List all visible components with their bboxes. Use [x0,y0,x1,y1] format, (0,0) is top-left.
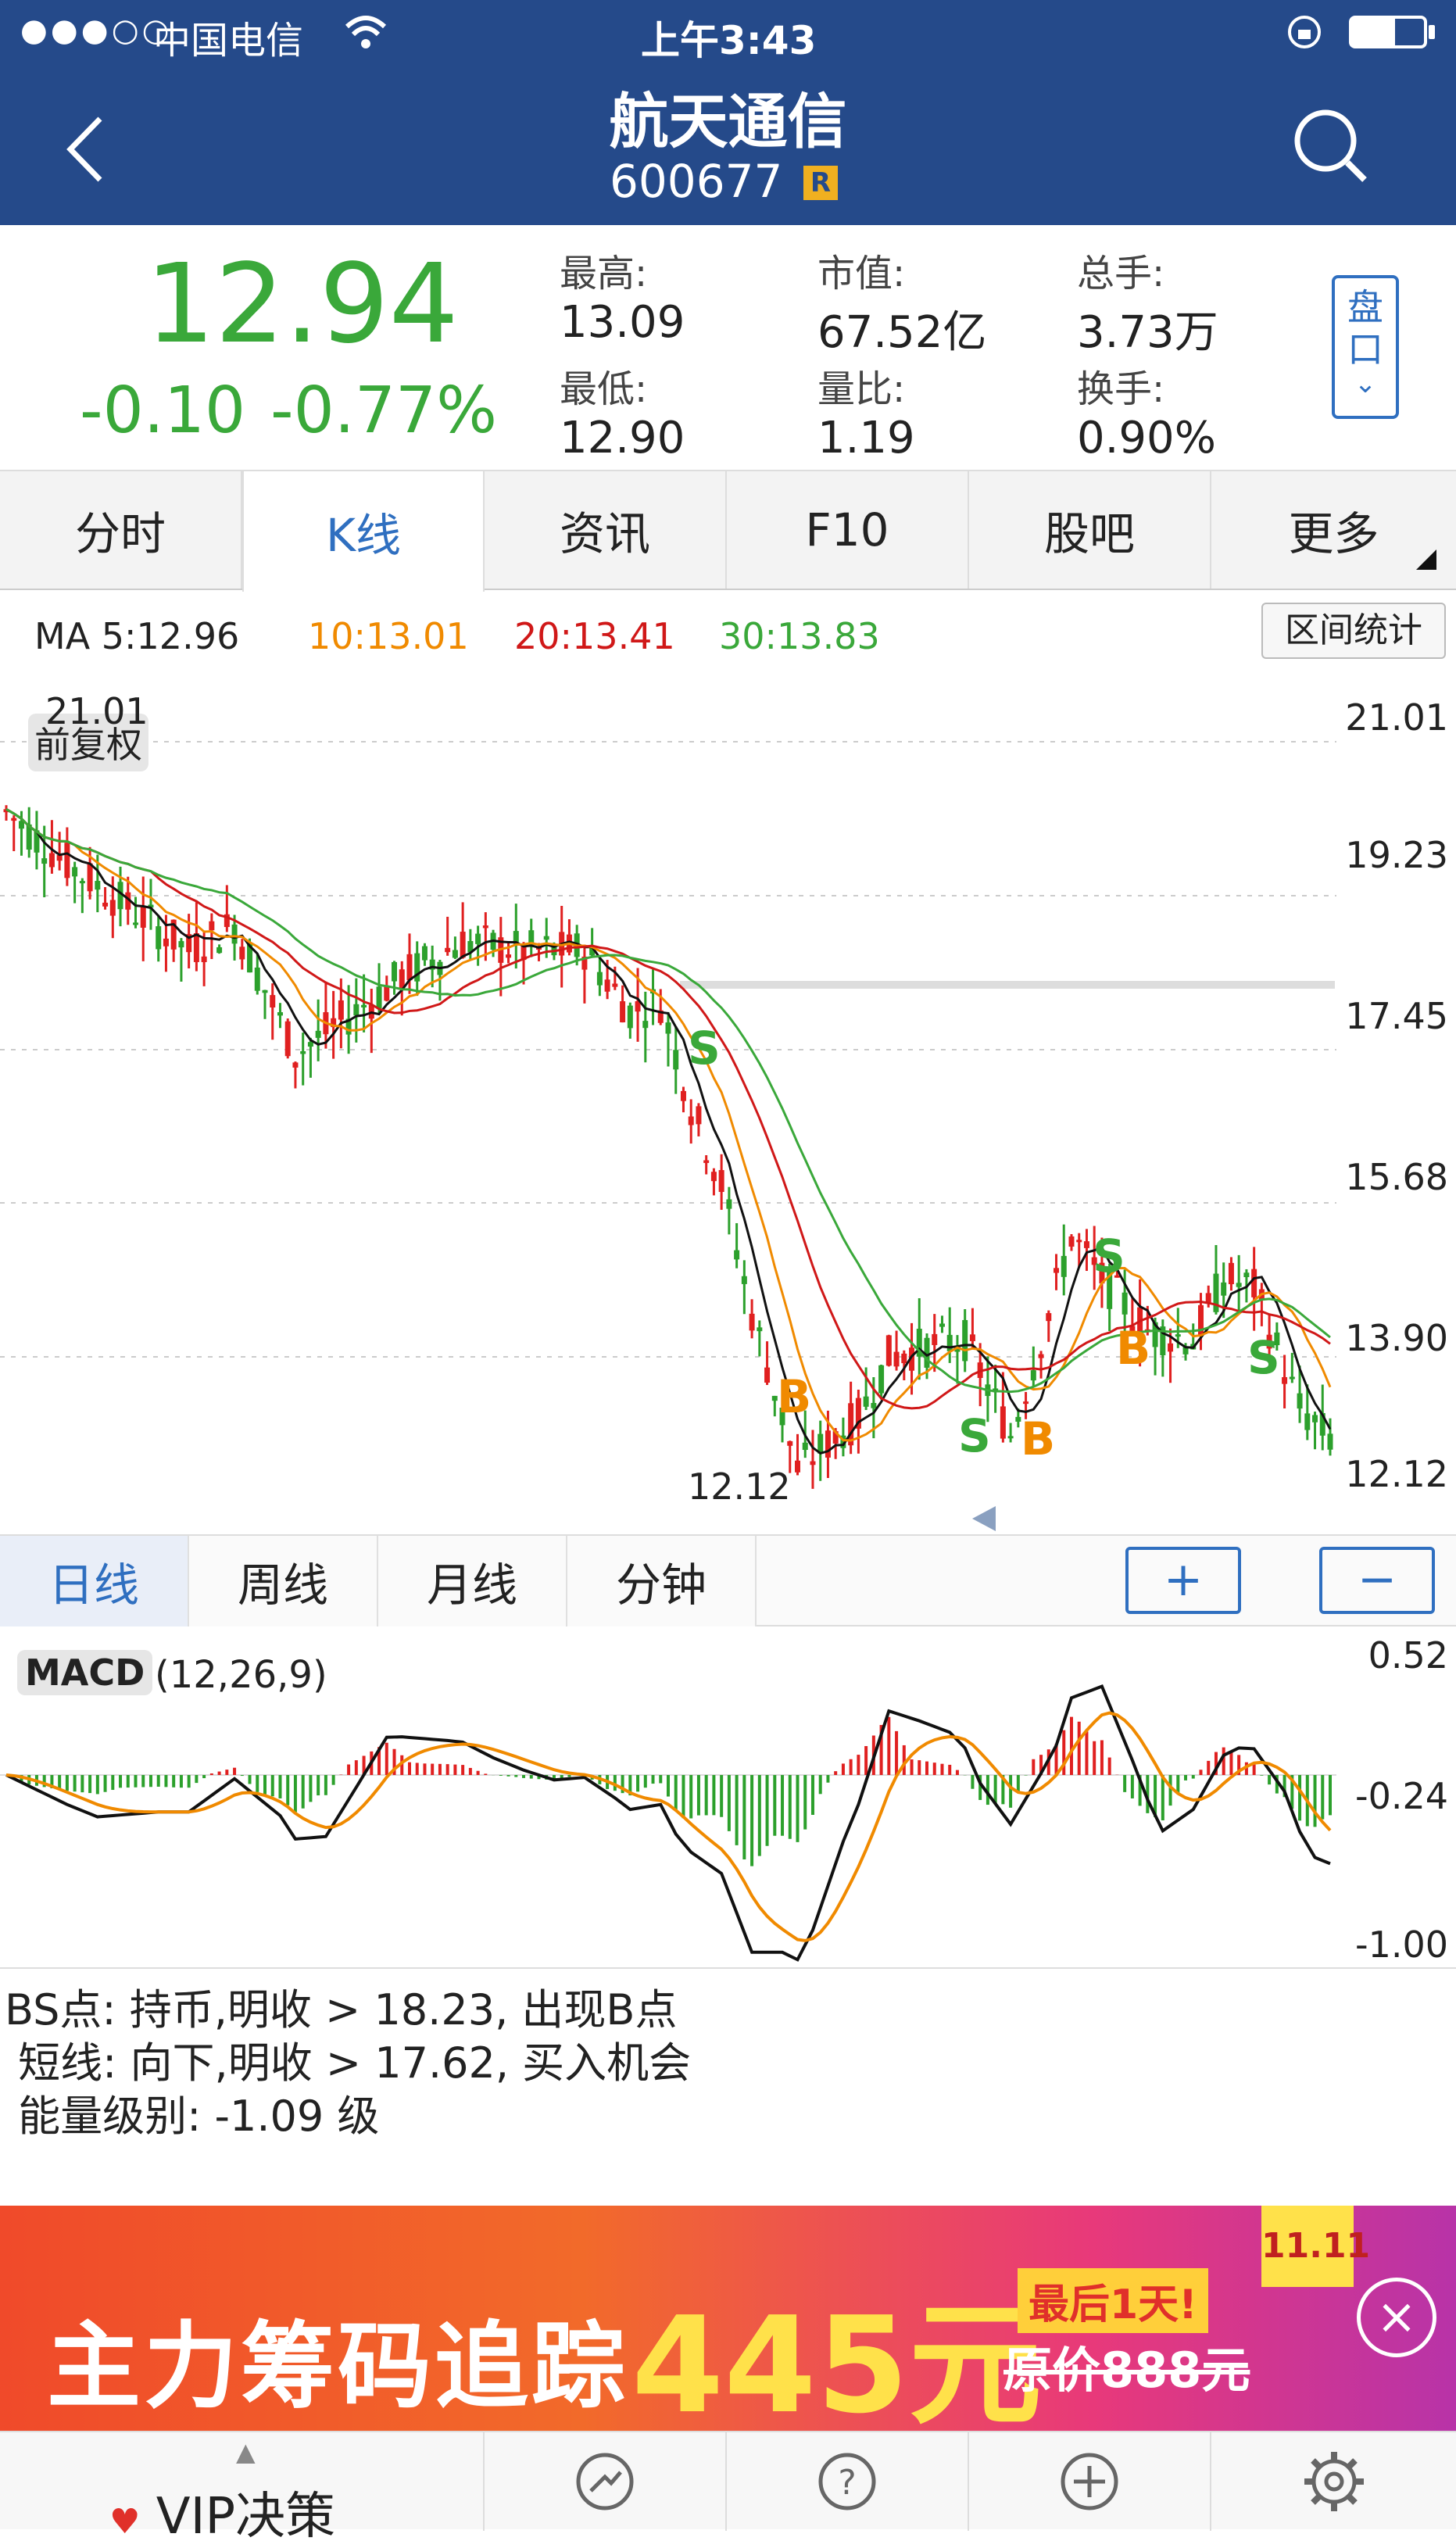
tab-f10[interactable]: F10 [727,471,969,589]
help-button[interactable]: ? [727,2432,969,2531]
banner-last-day: 最后1天! [1018,2268,1208,2333]
add-icon [1061,2453,1118,2510]
low-marker: 12.12 [688,1465,791,1508]
zoom-out-button[interactable]: − [1319,1547,1435,1614]
stock-name: 航天通信 [609,87,847,156]
period-monthly[interactable]: 月线 [378,1536,567,1626]
signal-sell: S [1247,1331,1280,1384]
vip-label: VIP决策 [156,2488,336,2546]
ma20-label: 20:13.41 [514,615,675,657]
stat-value: 1.19 [817,413,915,463]
promo-banner[interactable]: 主力筹码追踪 445元 最后1天! 原价888元 11.11 × [0,2206,1456,2431]
axis-tick: 13.90 [1345,1317,1448,1359]
macd-params: (12,26,9) [155,1653,327,1697]
signal-sell: S [1093,1229,1125,1283]
vip-icon: ♥ [109,2502,141,2542]
tab-more[interactable]: 更多 [1211,471,1456,589]
tab-kline[interactable]: K线 [242,471,485,592]
chevron-down-icon: ⌄ [1354,368,1377,399]
status-bar: ●●●○○ 中国电信 上午3:43 [0,0,1456,63]
stat-value: 12.90 [560,413,685,463]
clock: 上午3:43 [641,18,817,63]
signal-buy: B [777,1370,812,1423]
carrier-label: 中国电信 [153,19,304,63]
bottom-toolbar: ▲ ♥ VIP决策 ? [0,2431,1456,2546]
help-icon: ? [818,2453,876,2510]
ma10-label: 10:13.01 [308,615,469,657]
wifi-icon [345,16,387,48]
tab-timeshare[interactable]: 分时 [0,471,242,589]
signal-sell: S [688,1022,721,1075]
trend-tool-button[interactable] [485,2432,727,2531]
nav-bar: 航天通信 600677 R [0,63,1456,225]
banner-tag: 11.11 [1261,2206,1370,2287]
scroll-left-icon[interactable] [972,1506,996,1531]
tab-news[interactable]: 资讯 [485,471,727,589]
price-change-pct: -0.77% [270,374,498,448]
stat-value: 0.90% [1077,413,1216,463]
vip-tab[interactable]: ▲ ♥ VIP决策 [0,2432,485,2546]
high-marker: 21.01 [45,690,148,732]
rotation-lock-icon [1288,16,1321,48]
zoom-in-button[interactable]: + [1125,1547,1241,1614]
signal-strength-icon: ●●●○○ [20,13,173,48]
search-icon[interactable] [1291,106,1369,184]
gear-icon [1304,2452,1364,2511]
signal-sell: S [958,1409,991,1462]
stat-value: 13.09 [560,297,685,348]
axis-tick: 19.23 [1345,834,1448,876]
main-tabs: 分时 K线 资讯 F10 股吧 更多 [0,471,1456,592]
banner-price: 445元 [631,2289,1042,2431]
period-bar: 日线 周线 月线 分钟 + − [0,1534,1456,1626]
stat-value: 67.52亿 [817,307,987,358]
tab-forum[interactable]: 股吧 [969,471,1211,589]
price-change: -0.10 [80,374,246,448]
range-stat-button[interactable]: 区间统计 [1261,603,1446,659]
ma5-label: MA 5:12.96 [34,615,240,657]
stat-label: 最低: [560,367,648,411]
close-icon[interactable]: × [1357,2278,1436,2357]
battery-icon [1349,16,1427,48]
signal-buy: B [1021,1412,1056,1465]
stat-label: 量比: [817,367,906,411]
more-triangle-icon [1416,549,1436,570]
current-price: 12.94 [145,241,459,368]
pankou-label: 盘口 [1347,286,1383,370]
add-watchlist-button[interactable] [969,2432,1211,2531]
quote-panel: 12.94 -0.10 -0.77% 最高: 13.09 市值: 67.52亿 … [0,225,1456,471]
banner-orig-price: 原价888元 [1003,2342,1250,2399]
stat-label: 最高: [560,252,648,295]
macd-axis-tick: -1.00 [1354,1924,1448,1966]
macd-label: MACD [17,1650,153,1695]
axis-tick: 21.01 [1345,696,1448,739]
axis-tick: 12.12 [1345,1453,1448,1495]
period-daily[interactable]: 日线 [0,1536,189,1626]
axis-tick: 15.68 [1345,1156,1448,1198]
macd-axis-tick: 0.52 [1368,1634,1448,1677]
caret-up-icon: ▲ [236,2437,256,2467]
stat-value: 3.73万 [1077,307,1218,358]
period-weekly[interactable]: 周线 [189,1536,378,1626]
banner-title: 主力筹码追踪 [47,2313,628,2421]
signal-buy: B [1116,1322,1151,1375]
ma30-label: 30:13.83 [719,615,880,657]
kline-chart[interactable] [0,668,1456,1512]
analysis-energy: 能量级别: -1.09 级 [5,2092,380,2141]
stat-label: 总手: [1077,252,1165,295]
macd-axis-tick: -0.24 [1354,1775,1448,1817]
stat-label: 市值: [817,252,906,295]
stat-label: 换手: [1077,367,1165,411]
pankou-button[interactable]: 盘口 ⌄ [1332,275,1399,419]
axis-tick: 17.45 [1345,995,1448,1037]
stock-code: 600677 [610,155,783,208]
chart-area: MA 5:12.96 10:13.01 20:13.41 30:13.83 区间… [0,590,1456,2208]
settings-button[interactable] [1211,2432,1456,2531]
svg-text:?: ? [838,2463,856,2503]
margin-badge: R [803,166,838,200]
period-minute[interactable]: 分钟 [567,1536,757,1626]
trend-icon [576,2453,634,2510]
